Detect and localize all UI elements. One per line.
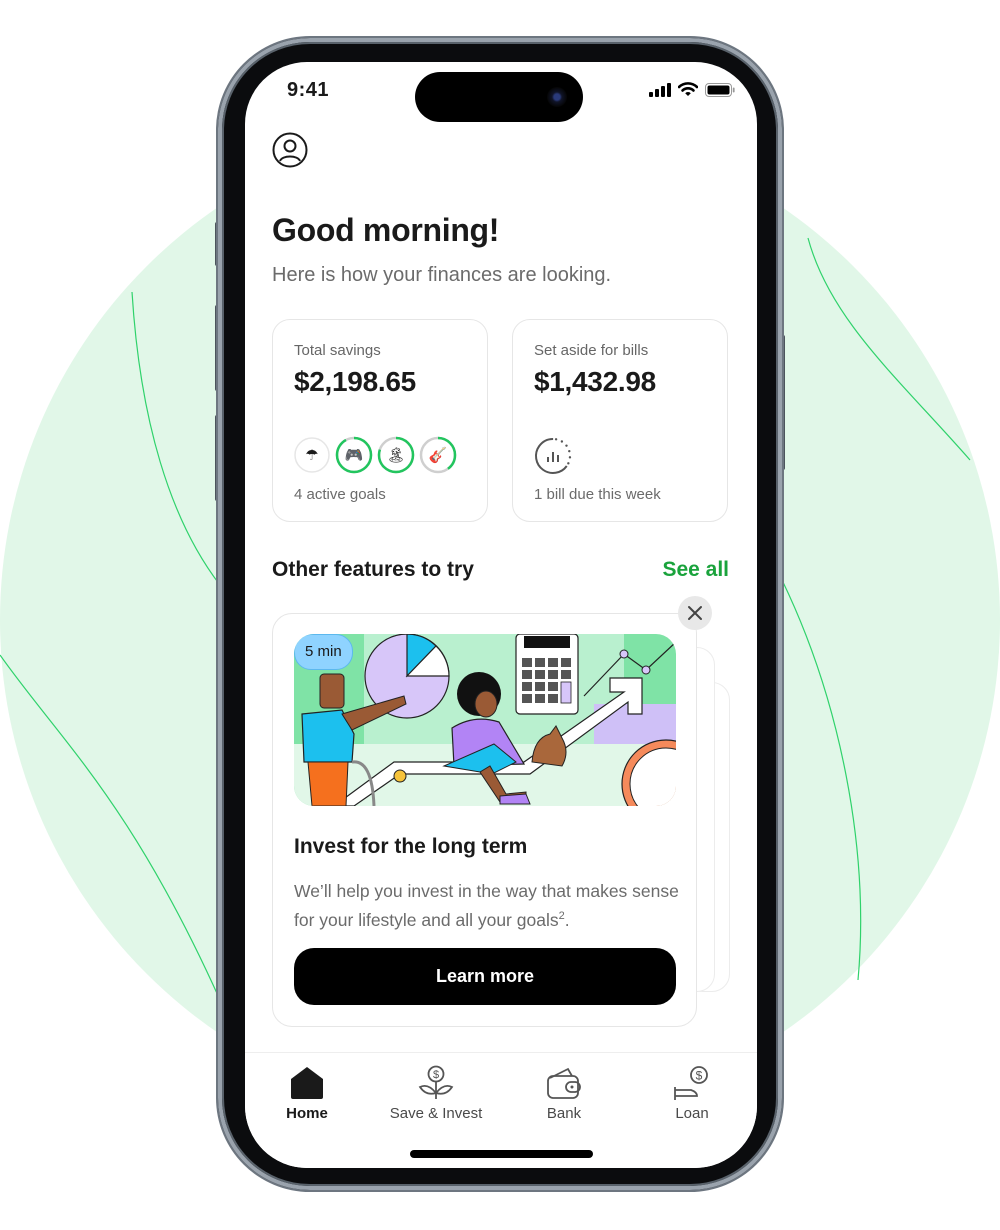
goal-progress-4[interactable]: 🎸	[419, 436, 457, 474]
umbrella-icon: ☂	[305, 447, 319, 464]
cellular-signal-icon	[649, 82, 671, 97]
battery-icon	[705, 82, 735, 97]
phone-screen: 9:41 Good morning! Here is how your fina…	[245, 62, 757, 1168]
tab-save-invest-label: Save & Invest	[389, 1105, 483, 1122]
invest-illustration: 5 min	[294, 634, 676, 806]
feature-description-end: .	[564, 909, 570, 930]
game-controller-icon: 🎮	[344, 447, 364, 464]
feature-card: 5 min Invest for the long term We’ll hel…	[272, 613, 697, 1027]
close-icon	[688, 606, 702, 620]
dismiss-card-button[interactable]	[678, 596, 712, 630]
hand-dollar-icon: $	[672, 1063, 712, 1103]
learn-more-button[interactable]: Learn more	[294, 948, 676, 1005]
total-savings-card[interactable]: Total savings $2,198.65 ☂ 🎮 🏝 🎸 4 active go…	[272, 319, 488, 522]
feature-description: We’ll help you invest in the way that ma…	[294, 879, 679, 933]
feature-title: Invest for the long term	[294, 835, 528, 858]
wifi-icon	[678, 82, 698, 96]
island-icon: 🏝	[386, 447, 406, 464]
tab-home[interactable]: Home	[247, 1063, 367, 1122]
guitar-icon: 🎸	[428, 447, 448, 464]
greeting-heading: Good morning!	[272, 212, 500, 248]
bills-amount: $1,432.98	[534, 366, 656, 397]
bills-card[interactable]: Set aside for bills $1,432.98 1 bill due…	[512, 319, 728, 522]
bills-label: Set aside for bills	[534, 342, 649, 359]
goal-progress-2[interactable]: 🎮	[335, 436, 373, 474]
home-indicator[interactable]	[410, 1150, 593, 1158]
status-icons	[649, 82, 735, 97]
tab-bank-label: Bank	[546, 1105, 582, 1122]
goal-progress-3[interactable]: 🏝	[377, 436, 415, 474]
front-camera	[547, 87, 567, 107]
svg-text:$: $	[433, 1069, 439, 1081]
goals-list: ☂ 🎮 🏝 🎸	[293, 436, 457, 474]
tab-bank[interactable]: Bank	[504, 1063, 624, 1122]
savings-label: Total savings	[294, 342, 381, 359]
status-time: 9:41	[287, 79, 330, 101]
active-goals-count: 4 active goals	[294, 486, 386, 503]
goal-progress-1[interactable]: ☂	[293, 436, 331, 474]
tab-save-invest[interactable]: $ Save & Invest	[376, 1063, 496, 1122]
dynamic-island	[415, 72, 583, 122]
profile-icon[interactable]	[272, 132, 308, 168]
features-section-title: Other features to try	[272, 558, 474, 581]
svg-text:$: $	[696, 1069, 703, 1083]
feature-description-text: We’ll help you invest in the way that ma…	[294, 881, 679, 930]
duration-badge: 5 min	[294, 634, 353, 670]
home-icon	[287, 1063, 327, 1103]
see-all-link[interactable]: See all	[662, 558, 729, 582]
bills-progress-icon	[535, 438, 572, 474]
tab-home-label: Home	[286, 1105, 328, 1122]
tab-loan-label: Loan	[675, 1105, 709, 1122]
greeting-subtitle: Here is how your finances are looking.	[272, 264, 612, 286]
tab-loan[interactable]: $ Loan	[632, 1063, 752, 1122]
savings-amount: $2,198.65	[294, 366, 416, 397]
wallet-icon	[544, 1063, 584, 1103]
bills-due-text: 1 bill due this week	[534, 486, 661, 503]
money-plant-icon: $	[416, 1063, 456, 1103]
